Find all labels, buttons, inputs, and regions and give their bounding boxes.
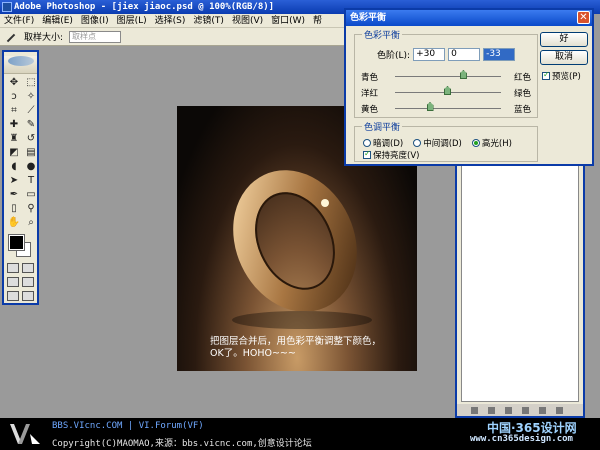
menu-filter[interactable]: 滤镜(T) [189, 14, 228, 28]
shape-tool-icon[interactable]: ▭ [24, 189, 38, 201]
menu-window[interactable]: 窗口(W) [267, 14, 309, 28]
tone-balance-group: 色调平衡 暗调(D) 中间调(D) 高光(H) 保持亮度(V) [354, 120, 538, 162]
sample-size-select[interactable]: 取样点 [69, 30, 122, 43]
red-label: 红色 [513, 73, 531, 83]
sample-size-label: 取样大小: [24, 33, 64, 43]
yellow-blue-slider: 黄色 蓝色 [361, 102, 531, 115]
cyan-red-slider-thumb[interactable] [459, 70, 467, 79]
menu-bar: 文件(F) 编辑(E) 图像(I) 图层(L) 选择(S) 滤镜(T) 视图(V… [0, 14, 345, 28]
new-layer-icon[interactable] [539, 406, 546, 414]
photoshop-logo-icon [2, 2, 12, 12]
tutorial-caption: 把图层合并后，用色彩平衡调整下颜色， OK了。HOHO~~~ [210, 336, 381, 360]
stamp-tool-icon[interactable]: ♜ [7, 133, 21, 145]
options-bar: 取样大小: 取样点 [0, 28, 345, 46]
footer-copyright-line: Copyright(C)MAOMAO,来源：bbs.vicnc.com,创意设计… [52, 439, 312, 449]
pen-tool-icon[interactable]: ✒ [7, 189, 21, 201]
jump-to-imageready-button[interactable] [22, 291, 34, 301]
green-label: 绿色 [513, 89, 531, 99]
eyedropper-icon[interactable] [4, 31, 18, 43]
new-adjustment-icon[interactable] [522, 406, 529, 414]
standard-mode-button[interactable] [7, 263, 19, 273]
caption-line-1: 把图层合并后，用色彩平衡调整下颜色， [210, 336, 382, 347]
hand-tool-icon[interactable]: ✋ [7, 217, 21, 229]
screen-mode-fullscreen-button[interactable] [7, 291, 19, 301]
color-balance-group: 色彩平衡 色阶(L): +30 0 -33 青色 红色 洋红 绿色 黄色 蓝色 [354, 28, 538, 118]
dialog-title: 色彩平衡 [350, 13, 387, 23]
magenta-green-slider-thumb[interactable] [444, 86, 451, 95]
preserve-luminosity-checkbox[interactable]: 保持亮度(V) [363, 149, 419, 161]
midtones-radio[interactable]: 中间调(D) [413, 137, 462, 149]
move-tool-icon[interactable]: ✥ [7, 77, 21, 89]
level-yellow-blue-input[interactable]: -33 [483, 48, 516, 61]
eyedropper-tool-icon[interactable]: ⚲ [24, 203, 38, 215]
menu-layer[interactable]: 图层(L) [113, 14, 151, 28]
history-brush-tool-icon[interactable]: ↺ [24, 133, 38, 145]
menu-help[interactable]: 帮 [309, 14, 326, 28]
dialog-titlebar[interactable]: 色彩平衡 ✕ [346, 10, 592, 26]
magic-wand-tool-icon[interactable]: ✧ [24, 91, 38, 103]
brush-tool-icon[interactable]: ✎ [24, 119, 38, 131]
cancel-button[interactable]: 取消 [540, 50, 588, 65]
type-tool-icon[interactable]: T [24, 175, 38, 187]
magenta-label: 洋红 [361, 89, 379, 99]
color-swatches [4, 233, 37, 261]
foreground-color-swatch[interactable] [8, 234, 25, 251]
crop-tool-icon[interactable]: ⌗ [7, 105, 21, 117]
gradient-tool-icon[interactable]: ▤ [24, 147, 38, 159]
watermark-site-url: www.cn365design.com [470, 434, 573, 444]
menu-select[interactable]: 选择(S) [151, 14, 190, 28]
shadows-radio[interactable]: 暗调(D) [363, 137, 403, 149]
color-balance-dialog: 色彩平衡 ✕ 色彩平衡 色阶(L): +30 0 -33 青色 红色 洋红 绿色… [344, 8, 594, 166]
menu-image[interactable]: 图像(I) [77, 14, 113, 28]
close-icon[interactable]: ✕ [577, 11, 590, 24]
tone-balance-group-title: 色调平衡 [362, 120, 403, 133]
cyan-label: 青色 [361, 73, 379, 83]
vi-logo-icon [10, 424, 40, 444]
marquee-tool-icon[interactable]: ⬚ [24, 77, 38, 89]
menu-view[interactable]: 视图(V) [228, 14, 267, 28]
path-select-tool-icon[interactable]: ➤ [7, 175, 21, 187]
menu-file[interactable]: 文件(F) [0, 14, 38, 28]
caption-line-2: OK了。HOHO~~~ [210, 348, 296, 359]
color-balance-group-title: 色彩平衡 [362, 28, 403, 41]
lasso-tool-icon[interactable]: ↄ [7, 91, 21, 103]
notes-tool-icon[interactable]: ▯ [7, 203, 21, 215]
blur-tool-icon[interactable]: ◖ [7, 161, 21, 173]
footer-forum-line: BBS.VIcnc.COM | VI.Forum(VF) [52, 421, 204, 431]
yellow-blue-slider-thumb[interactable] [426, 102, 434, 111]
screen-mode-full-button[interactable] [22, 277, 34, 287]
zoom-tool-icon[interactable]: ⌕ [24, 217, 38, 229]
screen-mode-standard-button[interactable] [7, 277, 19, 287]
layers-panel-footer [457, 404, 583, 416]
layer-style-icon[interactable] [471, 406, 478, 414]
highlights-radio[interactable]: 高光(H) [471, 137, 512, 149]
new-set-icon[interactable] [505, 406, 512, 414]
preview-checkbox[interactable]: 预览(P) [542, 70, 581, 82]
healing-tool-icon[interactable]: ✚ [7, 119, 21, 131]
toolbox: ✥ ⬚ ↄ ✧ ⌗ ⟋ ✚ ✎ ♜ ↺ ◩ ▤ ◖ ● ➤ T ✒ ▭ ▯ ⚲ … [2, 50, 39, 305]
tutorial-footer: BBS.VIcnc.COM | VI.Forum(VF) Copyright(C… [0, 418, 600, 450]
level-magenta-green-input[interactable]: 0 [448, 48, 481, 61]
dodge-tool-icon[interactable]: ● [24, 161, 38, 173]
yellow-label: 黄色 [361, 105, 379, 115]
magenta-green-slider: 洋红 绿色 [361, 86, 531, 99]
window-title: Adobe Photoshop - [jiex jiaoc.psd @ 100%… [14, 2, 275, 12]
ok-button[interactable]: 好 [540, 32, 588, 47]
slice-tool-icon[interactable]: ⟋ [24, 105, 38, 117]
quickmask-mode-button[interactable] [22, 263, 34, 273]
delete-layer-icon[interactable] [556, 406, 563, 414]
levels-label: 色阶(L): [377, 51, 411, 61]
ring-illustration [233, 170, 357, 311]
layer-mask-icon[interactable] [488, 406, 495, 414]
menu-edit[interactable]: 编辑(E) [38, 14, 77, 28]
ring-reflection [232, 311, 372, 329]
eraser-tool-icon[interactable]: ◩ [7, 147, 21, 159]
toolbox-header[interactable] [4, 56, 37, 74]
level-cyan-red-input[interactable]: +30 [413, 48, 446, 61]
cyan-red-slider: 青色 红色 [361, 70, 531, 83]
blue-label: 蓝色 [513, 105, 531, 115]
